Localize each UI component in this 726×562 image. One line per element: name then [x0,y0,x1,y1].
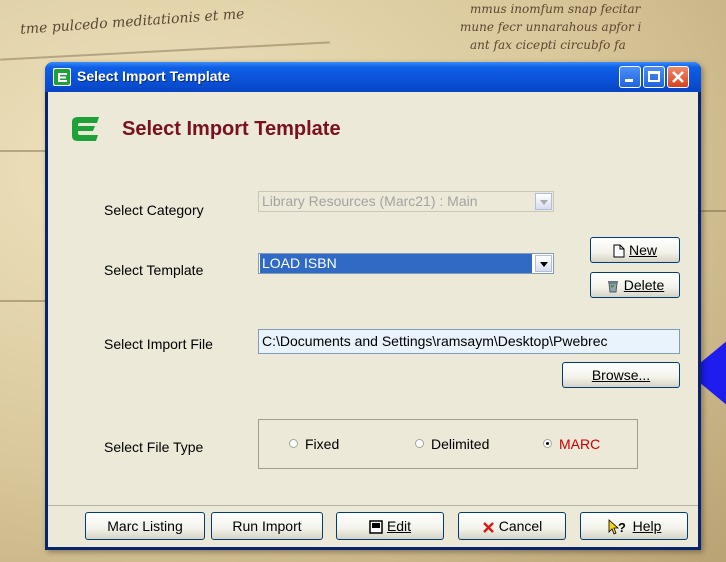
template-label: Select Template [104,262,204,278]
cancel-button[interactable]: Cancel [458,512,566,540]
radio-fixed[interactable]: Fixed [289,436,339,452]
minimize-button[interactable] [619,66,641,88]
browse-button-label: Browse... [591,367,651,383]
radio-marc-label: MARC [559,436,601,452]
dialog-heading: Select Import Template [122,118,341,140]
category-select[interactable]: Library Resources (Marc21) : Main [258,191,554,212]
background-text-3: mune fecr unnarahous apfor i [460,20,642,34]
recycle-bin-icon [607,281,618,293]
delete-button[interactable]: Delete [590,272,680,298]
radio-delimited-dot[interactable] [415,439,424,448]
radio-delimited[interactable]: Delimited [415,436,489,452]
background-rule [0,300,45,302]
close-icon [672,71,684,83]
help-pointer-icon: ? [608,519,626,535]
cancel-x-icon [482,521,494,533]
help-label: Help [632,518,662,534]
new-document-icon [613,244,625,258]
maximize-icon [648,71,660,82]
background-text-2: mmus inomfum snap fecitar [470,2,641,16]
chevron-down-icon[interactable] [535,255,552,272]
footer-divider [48,505,698,506]
help-button[interactable]: ? Help [580,512,688,540]
run-import-button[interactable]: Run Import [211,512,323,540]
import-file-label: Select Import File [104,336,213,352]
minimize-icon [625,79,633,82]
file-type-group: Fixed Delimited MARC [258,419,638,469]
app-icon [53,68,71,86]
app-logo-icon [68,112,102,146]
radio-marc-dot[interactable] [543,439,552,448]
title-bar[interactable]: Select Import Template [45,62,701,92]
dialog-client-area: Select Import Template Select Category L… [48,92,698,547]
cancel-label: Cancel [498,518,543,534]
chevron-down-icon[interactable] [535,193,552,210]
marc-listing-label: Marc Listing [107,518,183,534]
radio-delimited-label: Delimited [431,436,490,452]
radio-marc[interactable]: MARC [543,436,600,452]
maximize-button[interactable] [643,66,665,88]
file-type-label: Select File Type [104,439,204,455]
background-text-4: ant fax cicepti circubfo fa [470,38,626,52]
edit-button[interactable]: Edit [336,512,444,540]
import-file-value: C:\Documents and Settings\ramsaym\Deskto… [262,333,608,349]
marc-listing-button[interactable]: Marc Listing [85,512,205,540]
edit-icon [369,520,383,535]
template-value: LOAD ISBN [260,254,532,273]
radio-fixed-dot[interactable] [289,439,298,448]
browse-button[interactable]: Browse... [562,362,680,388]
radio-fixed-label: Fixed [305,436,340,452]
background-rule [0,150,45,152]
run-import-label: Run Import [232,518,302,534]
import-file-input[interactable]: C:\Documents and Settings\ramsaym\Deskto… [258,329,680,354]
edit-label: Edit [386,518,412,534]
select-import-template-window: Select Import Template Select Import Tem… [45,62,701,550]
category-value: Library Resources (Marc21) : Main [262,193,478,209]
svg-text:?: ? [618,520,626,535]
new-button-label: New [628,242,657,258]
new-button[interactable]: New [590,237,680,263]
delete-button-label: Delete [623,277,665,293]
background-rule [701,210,726,212]
close-button[interactable] [667,66,689,88]
template-select[interactable]: LOAD ISBN [258,253,554,274]
category-label: Select Category [104,202,204,218]
window-title: Select Import Template [77,68,231,84]
